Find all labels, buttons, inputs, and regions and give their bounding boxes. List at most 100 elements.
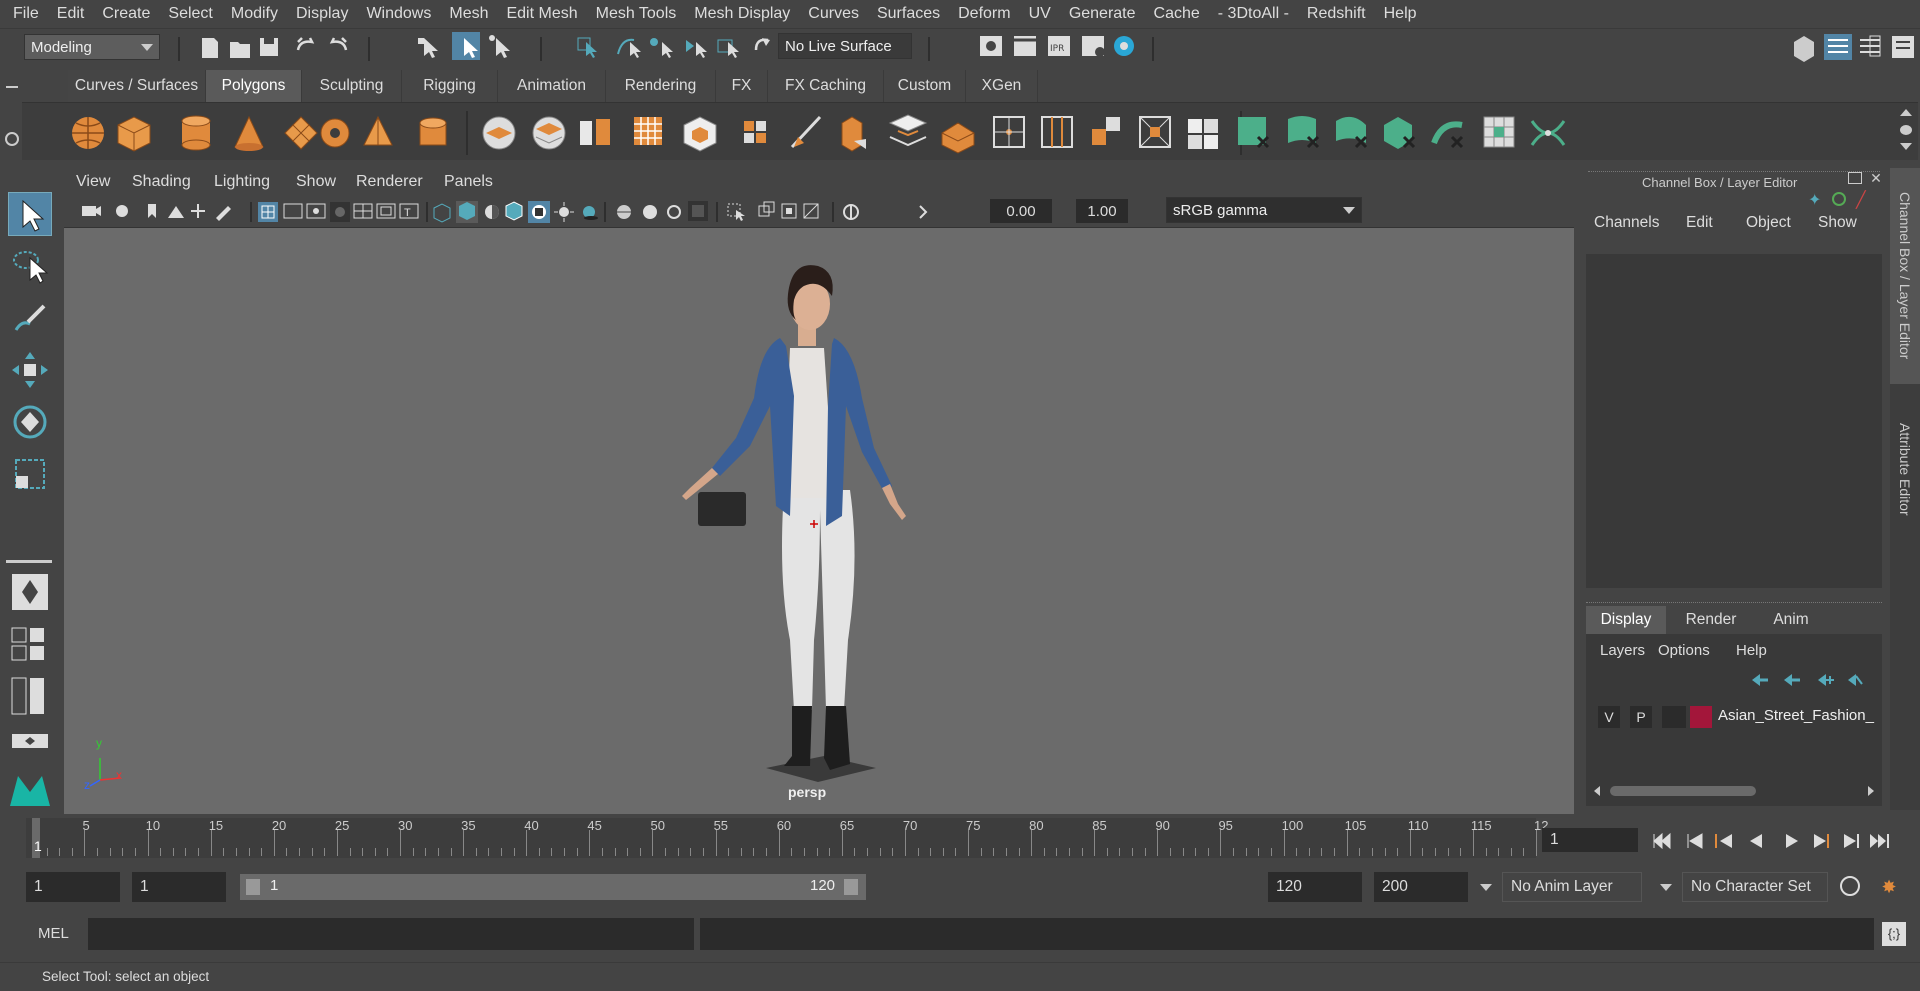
camera-attr-icon[interactable]	[116, 205, 128, 217]
toggle-tool-settings-icon[interactable]	[1892, 36, 1914, 58]
undo-icon[interactable]	[296, 37, 315, 51]
isolate-select-icon[interactable]	[727, 203, 745, 221]
viewport-persp[interactable]: y z x persp	[64, 228, 1574, 814]
uv-editor-icon[interactable]	[1483, 116, 1515, 148]
shelf-tab-fx-caching[interactable]: FX Caching	[768, 70, 884, 102]
lasso-tool-icon[interactable]	[8, 244, 52, 288]
viewport-menu-shading[interactable]: Shading	[132, 173, 191, 191]
go-to-start-icon[interactable]	[1653, 832, 1671, 850]
select-hierarchy-icon[interactable]	[418, 38, 438, 58]
safe-action-icon[interactable]	[376, 203, 396, 219]
menu-curves[interactable]: Curves	[799, 5, 868, 23]
ambient-occlusion-icon[interactable]	[617, 205, 631, 219]
layout-persp-icon[interactable]	[8, 726, 52, 770]
layer-menu-layers[interactable]: Layers	[1600, 642, 1645, 659]
snap-curve-icon[interactable]	[617, 38, 641, 58]
close-icon[interactable]: ✕	[1868, 170, 1884, 186]
channel-lock-icon[interactable]: ╱	[1856, 190, 1866, 210]
command-input[interactable]	[88, 918, 694, 950]
time-ruler[interactable]: 5 10 15 20 25 30 35 40 45 50 55 60 65 70 75 80 85 90 95 100…	[26, 818, 1548, 858]
range-slider-end-handle[interactable]	[844, 879, 858, 895]
combine-icon[interactable]	[482, 116, 516, 150]
step-forward-frame-icon[interactable]	[1814, 834, 1829, 848]
gate-mask-icon[interactable]	[330, 202, 350, 222]
layer-menu-options[interactable]: Options	[1658, 642, 1710, 659]
snap-surface-icon[interactable]	[686, 40, 707, 58]
depth-of-field-icon[interactable]	[688, 201, 708, 221]
hypershade-icon[interactable]	[1114, 36, 1134, 56]
extrude-icon[interactable]	[841, 116, 866, 152]
edge-flow-icon[interactable]	[1041, 116, 1073, 148]
wireframe-on-shaded-icon[interactable]	[505, 201, 523, 221]
poly-sphere-icon[interactable]	[72, 117, 104, 149]
menu-mesh-display[interactable]: Mesh Display	[685, 5, 799, 23]
xray-icon[interactable]	[758, 201, 775, 217]
layer-tab-anim[interactable]: Anim	[1756, 606, 1826, 634]
2d-pan-icon[interactable]	[191, 204, 205, 218]
grease-pencil-icon[interactable]	[216, 206, 231, 221]
shadows-icon[interactable]	[583, 206, 598, 220]
render-frame-icon[interactable]	[1014, 36, 1036, 56]
xray-active-icon[interactable]	[803, 203, 819, 219]
channel-mode-icon[interactable]: ✦	[1808, 190, 1821, 210]
menu-surfaces[interactable]: Surfaces	[868, 5, 949, 23]
toggle-attribute-editor-icon[interactable]	[1860, 35, 1881, 57]
scale-tool-icon[interactable]	[8, 452, 52, 496]
uv-cylindrical-icon[interactable]	[1288, 116, 1320, 149]
layer-playback-toggle[interactable]: P	[1630, 706, 1652, 728]
go-to-end-icon[interactable]	[1870, 834, 1889, 848]
step-back-frame-icon[interactable]	[1715, 834, 1732, 848]
gear-icon[interactable]	[5, 132, 19, 146]
viewport-menu-show[interactable]: Show	[296, 173, 336, 191]
layer-visibility-toggle[interactable]: V	[1598, 706, 1620, 728]
poly-cube-icon[interactable]	[117, 116, 151, 152]
menu-deform[interactable]: Deform	[949, 5, 1019, 23]
save-scene-icon[interactable]	[260, 38, 278, 56]
channel-menu-show[interactable]: Show	[1818, 214, 1857, 232]
chevron-down-icon[interactable]	[1480, 884, 1492, 891]
playback-start-field[interactable]: 1	[132, 872, 226, 902]
menu-select[interactable]: Select	[159, 5, 221, 23]
shelf-menu-icon[interactable]	[1900, 125, 1912, 135]
scroll-right-icon[interactable]	[1868, 786, 1874, 796]
uv-spherical-icon[interactable]	[1336, 116, 1368, 149]
resolution-gate-icon[interactable]	[306, 203, 326, 219]
exposure-icon[interactable]	[843, 204, 859, 220]
crease-icon[interactable]	[1139, 116, 1171, 148]
menu-edit-mesh[interactable]: Edit Mesh	[497, 5, 586, 23]
shelf-scroll-down-icon[interactable]	[1900, 143, 1912, 150]
move-tool-icon[interactable]	[8, 348, 52, 392]
menu-cache[interactable]: Cache	[1145, 5, 1209, 23]
menu-icon[interactable]	[6, 86, 18, 88]
poly-pipe-icon[interactable]	[419, 117, 447, 146]
image-plane-icon[interactable]	[168, 206, 184, 218]
shelf-tab-xgen[interactable]: XGen	[966, 70, 1038, 102]
step-back-key-icon[interactable]	[1687, 833, 1703, 849]
separate-icon[interactable]	[532, 116, 566, 150]
wireframe-icon[interactable]	[433, 203, 451, 223]
character-model[interactable]	[64, 228, 1574, 814]
layer-menu-help[interactable]: Help	[1736, 642, 1767, 659]
viewport-menu-panels[interactable]: Panels	[444, 173, 493, 191]
menu-3dtoall[interactable]: - 3DtoAll -	[1209, 5, 1298, 23]
channel-box-area[interactable]	[1586, 254, 1882, 588]
current-frame-field[interactable]: 1	[1542, 828, 1638, 852]
camera-icon[interactable]	[82, 206, 101, 216]
shelf-tab-custom[interactable]: Custom	[884, 70, 966, 102]
film-gate-icon[interactable]	[283, 203, 303, 219]
uv-automatic-icon[interactable]	[1384, 117, 1416, 149]
layer-name[interactable]: Asian_Street_Fashion_	[1718, 707, 1874, 724]
channel-menu-channels[interactable]: Channels	[1594, 214, 1660, 232]
select-object-icon[interactable]	[452, 32, 480, 60]
toggle-channel-box-icon[interactable]	[1824, 34, 1852, 60]
new-layer-icon[interactable]	[1818, 674, 1834, 686]
snap-point-icon[interactable]	[650, 38, 673, 58]
layer-type-toggle[interactable]	[1662, 706, 1686, 728]
mel-label[interactable]: MEL	[38, 925, 69, 942]
step-forward-key-icon[interactable]	[1844, 834, 1859, 848]
layer-move-down-icon[interactable]	[1784, 674, 1800, 686]
anti-alias-icon[interactable]	[667, 205, 681, 219]
script-editor-icon[interactable]: {;}	[1882, 922, 1906, 946]
bridge-icon[interactable]	[941, 122, 975, 154]
play-forward-icon[interactable]	[1786, 834, 1798, 848]
